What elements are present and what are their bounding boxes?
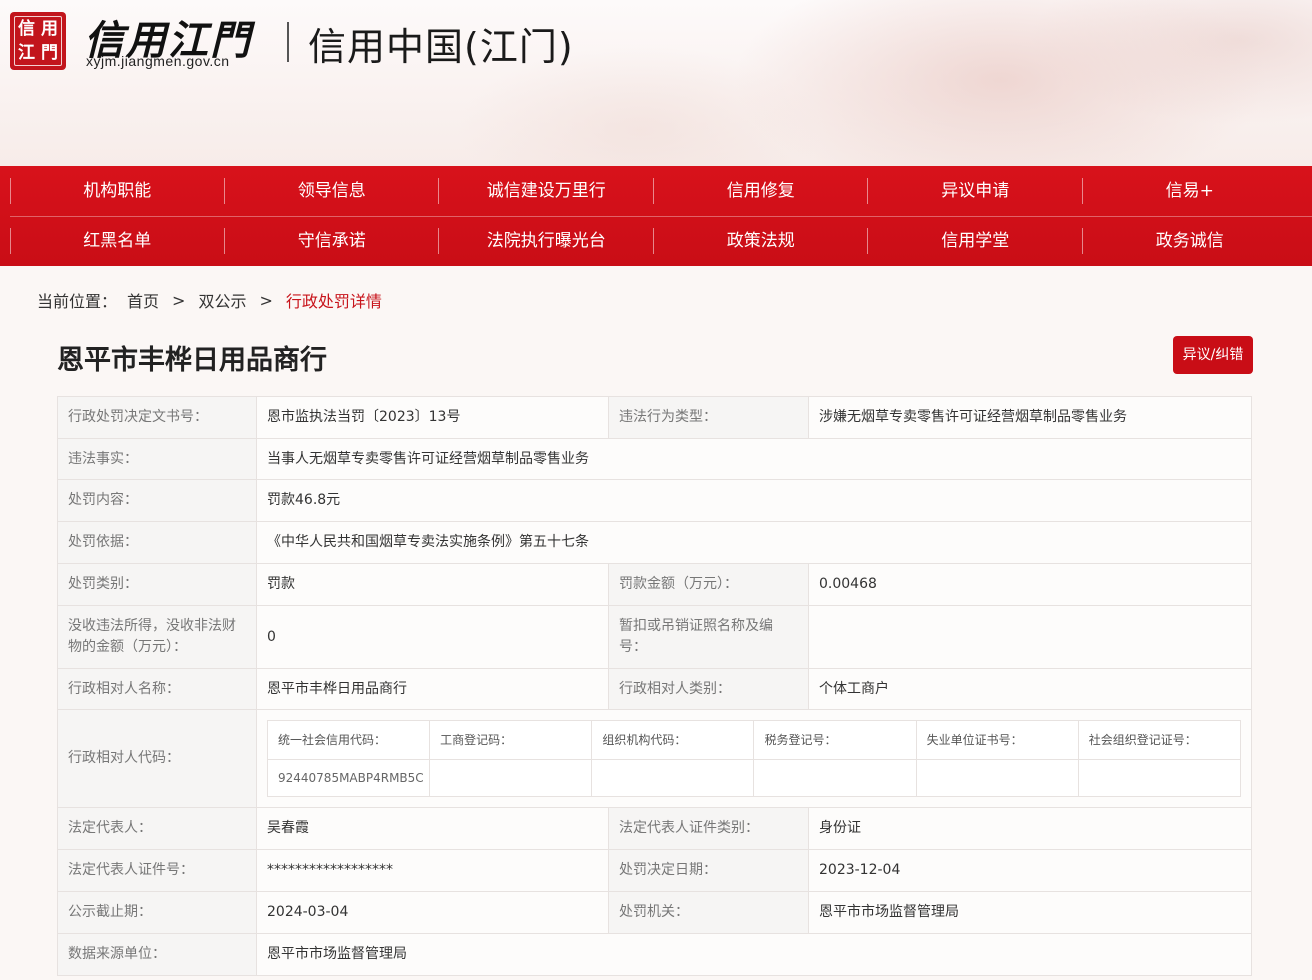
logo-divider (287, 22, 289, 62)
nav-item-red-black-list[interactable]: 红黑名单 (10, 216, 225, 266)
nav-item-institution-functions[interactable]: 机构职能 (10, 166, 225, 216)
code-header-tax-reg: 税务登记号： (753, 720, 917, 760)
facts-label: 违法事实： (57, 438, 257, 480)
table-row: 处罚依据： 《中华人民共和国烟草专卖法实施条例》第五十七条 (57, 521, 1252, 564)
table-row: 行政处罚决定文书号： 恩市监执法当罚〔2023〕13号 违法行为类型： 涉嫌无烟… (57, 396, 1252, 439)
basis-label: 处罚依据： (57, 521, 257, 564)
deadline-value: 2024-03-04 (256, 891, 609, 934)
code-header-org-code: 组织机构代码： (591, 720, 755, 760)
nav-item-objection-apply[interactable]: 异议申请 (868, 166, 1083, 216)
nav-row-2: 红黑名单 守信承诺 法院执行曝光台 政策法规 信用学堂 政务诚信 (10, 216, 1312, 266)
nav-item-gov-integrity[interactable]: 政务诚信 (1083, 216, 1298, 266)
source-value: 恩平市市场监督管理局 (256, 933, 1252, 976)
logo-char: 門 (41, 43, 58, 63)
breadcrumb-separator: > (259, 290, 273, 310)
decision-date-label: 处罚决定日期： (608, 849, 809, 892)
logo-char: 江 (18, 43, 35, 63)
basis-value: 《中华人民共和国烟草专卖法实施条例》第五十七条 (256, 521, 1252, 564)
authority-value: 恩平市市场监督管理局 (808, 891, 1252, 934)
amount-label: 罚款金额（万元）： (608, 563, 809, 606)
table-row: 处罚类别： 罚款 罚款金额（万元）： 0.00468 (57, 563, 1252, 606)
breadcrumb-label: 当前位置： (37, 292, 118, 311)
deadline-label: 公示截止期： (57, 891, 257, 934)
site-header: 信 用 江 門 信用江門 xyjm.jiangmen.gov.cn 信用中国(江… (0, 0, 1312, 166)
breadcrumb-home[interactable]: 首页 (127, 288, 159, 312)
table-row: 法定代表人： 吴春霞 法定代表人证件类别： 身份证 (57, 807, 1252, 850)
doc-number-label: 行政处罚决定文书号： (57, 396, 257, 439)
party-name-label: 行政相对人名称： (57, 668, 257, 710)
facts-value: 当事人无烟草专卖零售许可证经营烟草制品零售业务 (256, 438, 1252, 480)
nav-item-leadership[interactable]: 领导信息 (225, 166, 440, 216)
doc-number-value: 恩市监执法当罚〔2023〕13号 (256, 396, 609, 439)
code-header-business-reg: 工商登记码： (429, 720, 593, 760)
party-code-table: 统一社会信用代码： 工商登记码： 组织机构代码： 税务登记号： 失业单位证书号：… (266, 720, 1242, 797)
amount-value: 0.00468 (808, 563, 1252, 606)
table-row: 行政相对人名称： 恩平市丰桦日用品商行 行政相对人类别： 个体工商户 (57, 668, 1252, 710)
table-row: 数据来源单位： 恩平市市场监督管理局 (57, 933, 1252, 976)
objection-correction-button[interactable]: 异议/纠错 (1173, 336, 1253, 374)
nav-item-xinyi-plus[interactable]: 信易+ (1083, 166, 1298, 216)
breadcrumb: 当前位置： 首页 > 双公示 > 行政处罚详情 (37, 288, 382, 312)
legal-id-label: 法定代表人证件号： (57, 849, 257, 892)
table-row: 违法事实： 当事人无烟草专卖零售许可证经营烟草制品零售业务 (57, 438, 1252, 480)
license-value (808, 605, 1252, 669)
breadcrumb-double-public[interactable]: 双公示 (198, 288, 246, 312)
code-header-row: 统一社会信用代码： 工商登记码： 组织机构代码： 税务登记号： 失业单位证书号：… (266, 720, 1242, 760)
decision-date-value: 2023-12-04 (808, 849, 1252, 892)
party-name-value: 恩平市丰桦日用品商行 (256, 668, 609, 710)
code-value-social-org-reg (1077, 759, 1242, 797)
nav-item-credit-pledge[interactable]: 守信承诺 (225, 216, 440, 266)
party-type-label: 行政相对人类别： (608, 668, 809, 710)
legal-id-value: ****************** (256, 849, 609, 892)
nav-item-credit-school[interactable]: 信用学堂 (868, 216, 1083, 266)
confiscated-value: 0 (256, 605, 609, 669)
page-title: 恩平市丰桦日用品商行 (57, 345, 327, 376)
source-label: 数据来源单位： (57, 933, 257, 976)
main-nav: 机构职能 领导信息 诚信建设万里行 信用修复 异议申请 信易+ 红黑名单 守信承… (0, 166, 1312, 266)
table-row: 处罚内容： 罚款46.8元 (57, 479, 1252, 522)
code-header-unemployment-cert: 失业单位证书号： (915, 720, 1079, 760)
nav-item-policies[interactable]: 政策法规 (654, 216, 869, 266)
authority-label: 处罚机关： (608, 891, 809, 934)
breadcrumb-current: 行政处罚详情 (285, 292, 382, 311)
category-label: 处罚类别： (57, 563, 257, 606)
content-label: 处罚内容： (57, 479, 257, 522)
code-value-tax-reg (753, 759, 917, 797)
code-value-row: 92440785MABP4RMB5C (266, 759, 1242, 797)
license-label: 暂扣或吊销证照名称及编号： (608, 605, 809, 669)
logo-badge[interactable]: 信 用 江 門 (10, 12, 66, 70)
code-header-uscc: 统一社会信用代码： (266, 720, 431, 760)
nav-row-1: 机构职能 领导信息 诚信建设万里行 信用修复 异议申请 信易+ (10, 166, 1312, 217)
violation-type-value: 涉嫌无烟草专卖零售许可证经营烟草制品零售业务 (808, 396, 1252, 439)
confiscated-label: 没收违法所得，没收非法财物的金额（万元）： (57, 605, 257, 669)
table-row: 法定代表人证件号： ****************** 处罚决定日期： 202… (57, 849, 1252, 892)
logo-char: 信 (18, 19, 35, 39)
legal-id-type-value: 身份证 (808, 807, 1252, 850)
logo-char: 用 (41, 19, 58, 39)
code-value-org-code (591, 759, 755, 797)
penalty-detail-table: 行政处罚决定文书号： 恩市监执法当罚〔2023〕13号 违法行为类型： 涉嫌无烟… (57, 396, 1252, 976)
table-row: 行政相对人代码： 统一社会信用代码： 工商登记码： 组织机构代码： 税务登记号：… (57, 709, 1252, 808)
site-title: 信用中国(江门) (308, 25, 574, 69)
logo-url: xyjm.jiangmen.gov.cn (86, 53, 230, 69)
content-value: 罚款46.8元 (256, 479, 1252, 522)
legal-id-type-label: 法定代表人证件类别： (608, 807, 809, 850)
nav-item-integrity-campaign[interactable]: 诚信建设万里行 (439, 166, 654, 216)
violation-type-label: 违法行为类型： (608, 396, 809, 439)
legal-rep-value: 吴春霞 (256, 807, 609, 850)
code-value-uscc: 92440785MABP4RMB5C (266, 759, 431, 797)
party-code-label: 行政相对人代码： (57, 709, 257, 808)
table-row: 没收违法所得，没收非法财物的金额（万元）： 0 暂扣或吊销证照名称及编号： (57, 605, 1252, 669)
table-row: 公示截止期： 2024-03-04 处罚机关： 恩平市市场监督管理局 (57, 891, 1252, 934)
code-value-business-reg (429, 759, 593, 797)
code-header-social-org-reg: 社会组织登记证号： (1077, 720, 1242, 760)
nav-item-court-exposure[interactable]: 法院执行曝光台 (439, 216, 654, 266)
code-value-unemployment-cert (915, 759, 1079, 797)
legal-rep-label: 法定代表人： (57, 807, 257, 850)
breadcrumb-separator: > (172, 290, 186, 310)
category-value: 罚款 (256, 563, 609, 606)
nav-item-credit-repair[interactable]: 信用修复 (654, 166, 869, 216)
party-code-cell: 统一社会信用代码： 工商登记码： 组织机构代码： 税务登记号： 失业单位证书号：… (256, 709, 1252, 808)
party-type-value: 个体工商户 (808, 668, 1252, 710)
